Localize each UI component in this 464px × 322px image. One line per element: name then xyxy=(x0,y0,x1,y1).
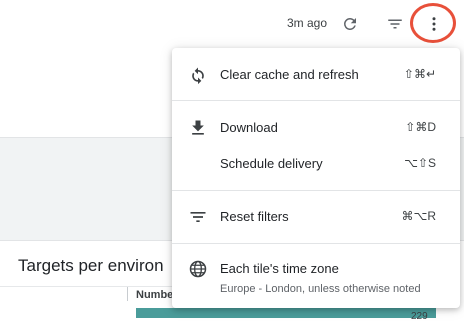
menu-item-time-zone[interactable]: Each tile's time zone Europe - London, u… xyxy=(172,251,460,301)
filter-list-icon xyxy=(188,207,208,227)
keyboard-shortcut: ⌘⌥R xyxy=(401,209,437,223)
bar-value: 229 xyxy=(411,311,428,322)
filter-icon xyxy=(388,19,402,29)
menu-item-label: Schedule delivery xyxy=(220,156,323,171)
menu-item-sublabel: Europe - London, unless otherwise noted xyxy=(220,283,421,295)
more-options-menu: Clear cache and refresh ⇧⌘↵ Download ⇧⌘D… xyxy=(172,48,460,308)
menu-item-download[interactable]: Download ⇧⌘D xyxy=(172,110,460,146)
keyboard-shortcut: ⇧⌘D xyxy=(405,120,436,134)
tile-title: Targets per environ xyxy=(18,256,164,275)
download-icon xyxy=(188,118,208,138)
menu-divider xyxy=(172,243,460,244)
filter-button[interactable] xyxy=(383,12,407,36)
data-bar xyxy=(136,308,436,318)
column-divider xyxy=(127,287,128,301)
menu-item-schedule-delivery[interactable]: Schedule delivery ⌥⇧S xyxy=(172,146,460,182)
menu-divider xyxy=(172,190,460,191)
refresh-button[interactable] xyxy=(338,12,362,36)
keyboard-shortcut: ⌥⇧S xyxy=(404,156,436,170)
globe-icon xyxy=(188,259,208,279)
sync-icon xyxy=(188,65,208,85)
menu-item-label: Download xyxy=(220,120,278,135)
menu-divider xyxy=(172,100,460,101)
more-vert-icon xyxy=(432,17,436,31)
menu-item-reset-filters[interactable]: Reset filters ⌘⌥R xyxy=(172,199,460,235)
column-header[interactable]: Numbe xyxy=(136,289,173,301)
menu-item-label: Each tile's time zone xyxy=(220,261,339,276)
menu-item-label: Clear cache and refresh xyxy=(220,67,359,82)
refresh-icon xyxy=(344,18,356,30)
keyboard-shortcut: ⇧⌘↵ xyxy=(403,67,436,81)
more-options-button[interactable] xyxy=(422,12,446,36)
menu-item-label: Reset filters xyxy=(220,209,289,224)
last-updated-text: 3m ago xyxy=(287,16,328,30)
menu-item-clear-cache-refresh[interactable]: Clear cache and refresh ⇧⌘↵ xyxy=(172,57,460,93)
